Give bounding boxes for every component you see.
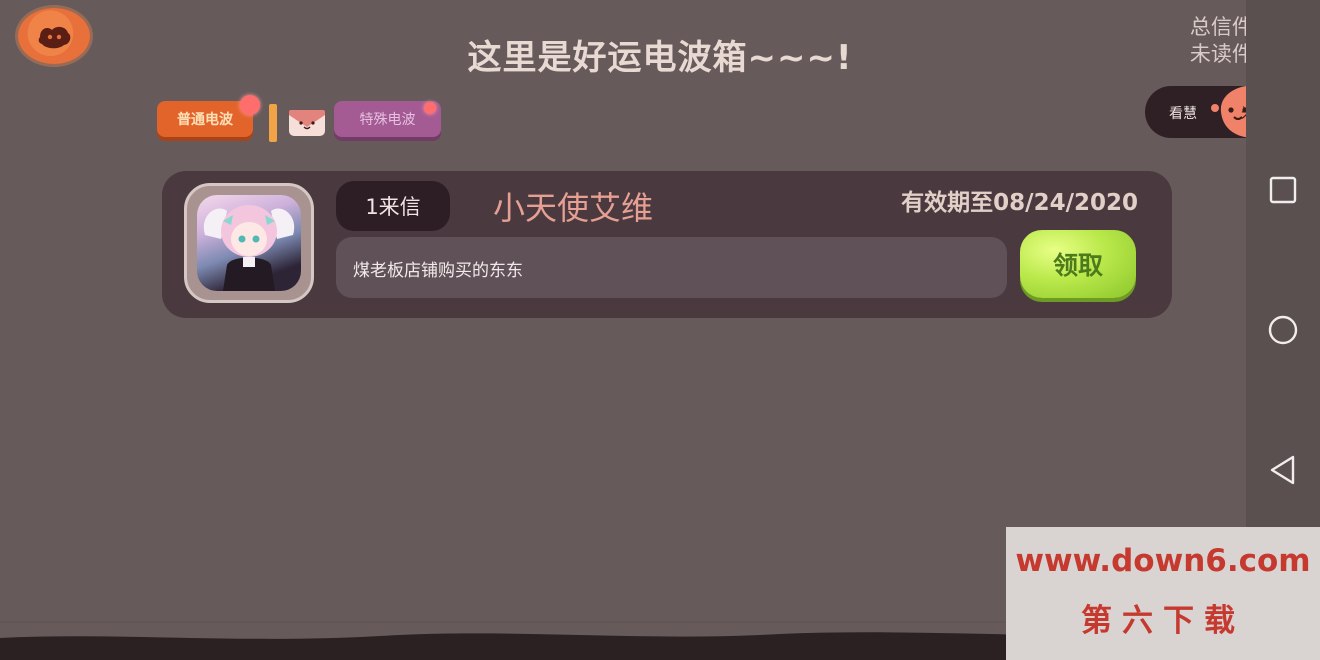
tab-normal-notification-dot	[240, 95, 260, 115]
square-icon[interactable]	[1267, 174, 1299, 206]
watermark-url: www.down6.com	[1015, 543, 1311, 579]
tab-special-label: 特殊电波	[359, 112, 416, 128]
toggle-left-label: 看慧	[1169, 106, 1197, 122]
message-text: 煤老板店铺购买的东东	[353, 261, 523, 281]
tab-normal-label: 普通电波	[177, 112, 233, 128]
watermark-name: 第六下载	[1081, 603, 1245, 639]
system-nav-bar	[1246, 0, 1320, 527]
angel-character-icon	[203, 205, 295, 291]
message-box: 煤老板店铺购买的东东	[336, 237, 1007, 298]
page-title: 这里是好运电波箱~~~!	[467, 38, 853, 78]
sender-avatar-frame	[184, 183, 314, 303]
expiry-date: 有效期至08/24/2020	[901, 190, 1138, 216]
circle-icon[interactable]	[1267, 314, 1299, 346]
claim-button[interactable]: 领取	[1020, 230, 1136, 298]
sender-avatar	[197, 195, 301, 291]
tab-divider	[269, 104, 277, 142]
envelope-icon	[289, 110, 325, 136]
claim-button-label: 领取	[1052, 251, 1103, 280]
mail-count-badge: 1来信	[336, 181, 450, 231]
watermark: www.down6.com 第六下载	[1006, 527, 1320, 660]
tab-special-notification-dot	[424, 102, 436, 114]
mail-card: 1来信 小天使艾维 有效期至08/24/2020 煤老板店铺购买的东东 领取	[162, 171, 1172, 318]
sender-name: 小天使艾维	[493, 189, 654, 227]
triangle-back-icon[interactable]	[1267, 454, 1299, 486]
tab-normal-wave[interactable]: 普通电波	[157, 101, 253, 137]
